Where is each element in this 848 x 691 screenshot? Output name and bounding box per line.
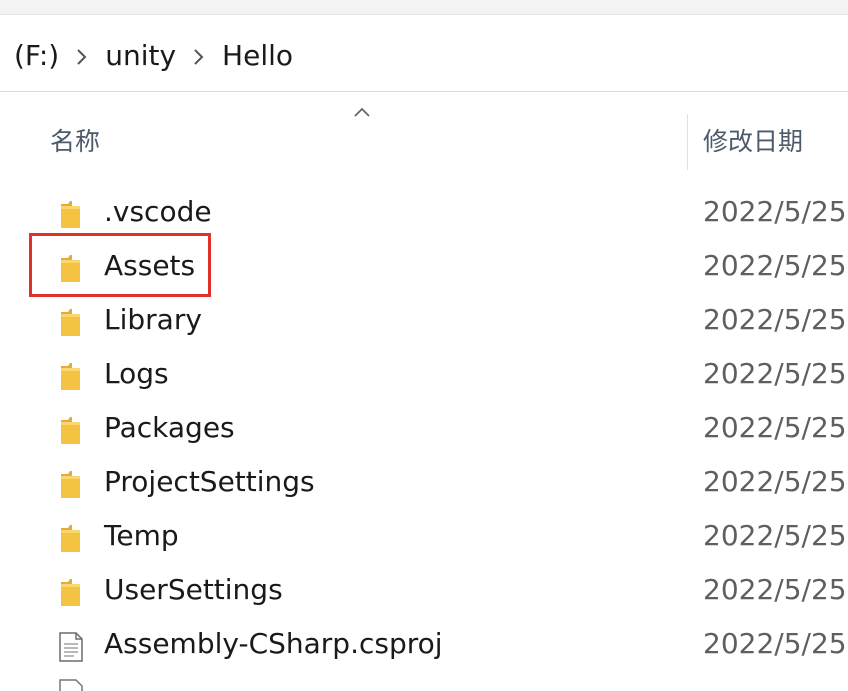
breadcrumb-drive[interactable]: (F:)	[10, 39, 63, 72]
folder-icon	[58, 578, 84, 608]
folder-icon	[58, 416, 84, 446]
file-date: 2022/5/25	[703, 519, 847, 552]
column-date-header[interactable]: 修改日期	[703, 122, 803, 158]
address-bar[interactable]: (F:) unity Hello	[0, 15, 848, 92]
file-name: ProjectSettings	[104, 465, 315, 498]
document-icon	[59, 679, 83, 691]
column-header: 名称 修改日期	[0, 92, 848, 172]
folder-icon	[58, 308, 84, 338]
list-item[interactable]: UserSettings 2022/5/25	[0, 565, 848, 619]
file-date: 2022/5/25	[703, 357, 847, 390]
chevron-right-icon[interactable]	[180, 39, 218, 72]
file-date: 2022/5/25	[703, 303, 847, 336]
breadcrumb: (F:) unity Hello	[10, 35, 297, 75]
list-item[interactable]: Temp 2022/5/25	[0, 511, 848, 565]
list-item-partial[interactable]	[0, 673, 848, 691]
chevron-up-icon	[354, 107, 370, 117]
file-date: 2022/5/25	[703, 249, 847, 282]
breadcrumb-hello[interactable]: Hello	[218, 39, 297, 72]
document-icon	[58, 632, 84, 662]
file-date: 2022/5/25	[703, 195, 847, 228]
breadcrumb-unity[interactable]: unity	[101, 39, 180, 72]
file-name: Temp	[104, 519, 179, 552]
folder-icon	[58, 200, 84, 230]
file-date: 2022/5/25	[703, 465, 847, 498]
list-item[interactable]: ProjectSettings 2022/5/25	[0, 457, 848, 511]
toolbar-strip	[0, 0, 848, 15]
file-name: .vscode	[104, 195, 212, 228]
file-explorer-window: (F:) unity Hello 名称 修改日期 .vscode 2022/5/2…	[0, 0, 848, 691]
file-name: Library	[104, 303, 202, 336]
file-name: Assembly-CSharp.csproj	[104, 627, 443, 660]
file-date: 2022/5/25	[703, 627, 847, 660]
folder-icon	[58, 362, 84, 392]
file-date: 2022/5/25	[703, 411, 847, 444]
column-name-header[interactable]: 名称	[50, 122, 100, 158]
list-item[interactable]: Assembly-CSharp.csproj 2022/5/25	[0, 619, 848, 673]
chevron-right-icon[interactable]	[63, 39, 101, 72]
column-divider[interactable]	[687, 114, 688, 170]
file-name: Packages	[104, 411, 235, 444]
file-date: 2022/5/25	[703, 573, 847, 606]
file-name: UserSettings	[104, 573, 283, 606]
list-item[interactable]: Packages 2022/5/25	[0, 403, 848, 457]
file-name: Logs	[104, 357, 169, 390]
highlight-annotation	[29, 233, 211, 297]
folder-icon	[58, 470, 84, 500]
list-item[interactable]: Library 2022/5/25	[0, 295, 848, 349]
list-item[interactable]: Logs 2022/5/25	[0, 349, 848, 403]
folder-icon	[58, 524, 84, 554]
